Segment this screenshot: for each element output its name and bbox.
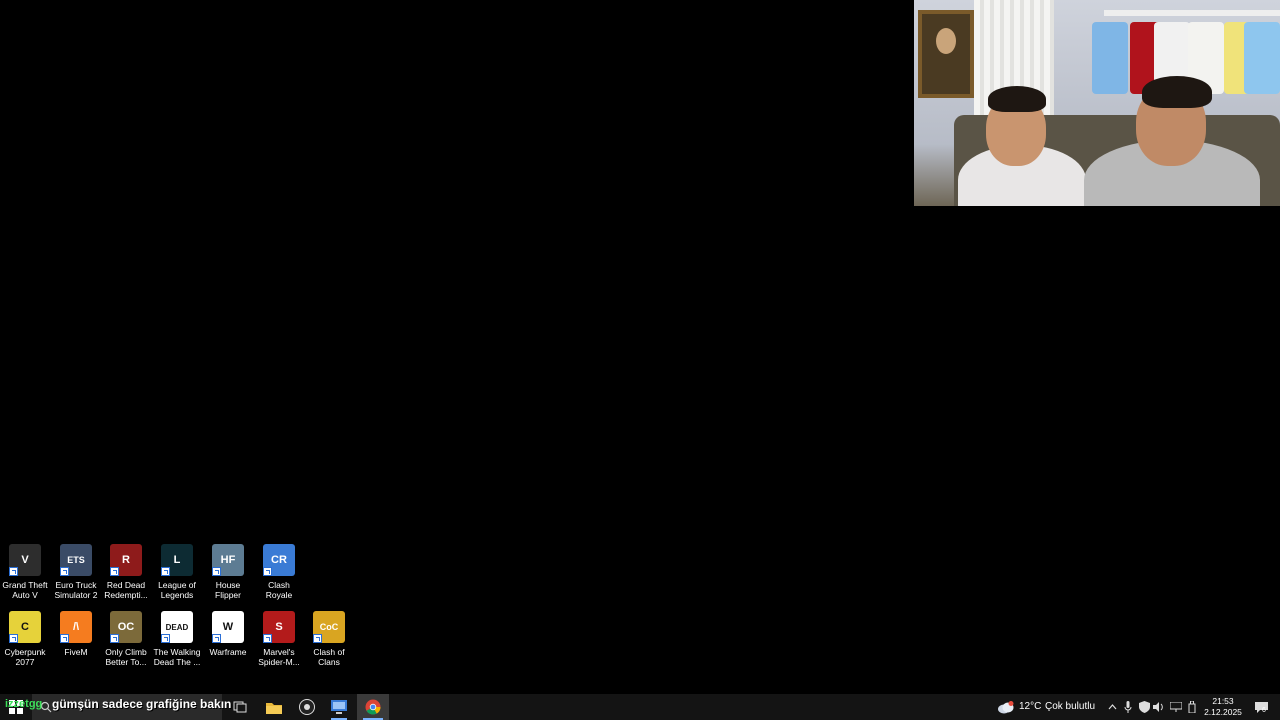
shortcut-arrow-icon <box>60 567 69 576</box>
chat-message: gümşün sadece grafiğine bakın <box>52 697 232 711</box>
house-flipper-icon: HF <box>212 544 244 576</box>
shortcut-arrow-icon <box>263 567 272 576</box>
desktop-shortcut-label: Marvel's Spider-M... <box>258 647 300 667</box>
desktop-shortcut-label: Euro Truck Simulator 2 <box>54 580 98 600</box>
desktop-shortcut-label: House Flipper <box>215 580 241 600</box>
desktop-shortcut[interactable]: HF House Flipper <box>203 544 253 600</box>
desktop-shortcut[interactable]: CR Clash Royale <box>254 544 304 600</box>
taskbar-remote-app[interactable] <box>325 694 353 720</box>
desktop-shortcut-label: Cyberpunk 2077 <box>4 647 46 667</box>
only-climb-icon: OC <box>110 611 142 643</box>
webcam-jersey <box>1244 22 1280 94</box>
desktop-shortcut-label: Only Climb Better To... <box>105 647 147 667</box>
weather-description[interactable]: Çok bulutlu <box>1045 701 1095 712</box>
security-tray-button[interactable] <box>1137 694 1151 720</box>
shortcut-arrow-icon <box>313 634 322 643</box>
clash-of-clans-icon: CoC <box>313 611 345 643</box>
webcam-person-left-hair <box>988 86 1046 112</box>
desktop-shortcut[interactable]: /\ FiveM <box>51 611 101 657</box>
network-icon <box>1170 702 1182 712</box>
webcam-person-right-hair <box>1142 76 1212 108</box>
desktop-shortcut[interactable]: OC Only Climb Better To... <box>101 611 151 667</box>
shortcut-arrow-icon <box>110 634 119 643</box>
notification-center-button[interactable] <box>1250 694 1272 720</box>
red-dead-icon: R <box>110 544 142 576</box>
cyberpunk-icon: C <box>9 611 41 643</box>
shortcut-arrow-icon <box>60 634 69 643</box>
show-hidden-icons-button[interactable] <box>1105 694 1119 720</box>
league-of-legends-icon: L <box>161 544 193 576</box>
chat-username: izzetgg <box>5 698 43 710</box>
desktop-shortcut[interactable]: CoC Clash of Clans <box>304 611 354 667</box>
webcam-wall-portrait <box>918 10 974 98</box>
notification-count: 6 <box>1262 707 1266 714</box>
usb-tray-button[interactable] <box>1185 694 1199 720</box>
warframe-icon: W <box>212 611 244 643</box>
speaker-icon <box>1153 702 1163 712</box>
shortcut-arrow-icon <box>212 567 221 576</box>
desktop-shortcut[interactable]: V Grand Theft Auto V <box>0 544 50 600</box>
taskbar-chrome[interactable] <box>357 694 389 720</box>
desktop-shortcut[interactable]: S Marvel's Spider-M... <box>254 611 304 667</box>
shortcut-arrow-icon <box>9 634 18 643</box>
spiderman-icon: S <box>263 611 295 643</box>
weather-temperature[interactable]: 12°C <box>1019 701 1041 712</box>
microphone-icon <box>1124 701 1132 713</box>
gta-v-icon: V <box>9 544 41 576</box>
shield-icon <box>1138 701 1150 713</box>
volume-tray-button[interactable] <box>1152 694 1166 720</box>
clash-royale-icon: CR <box>263 544 295 576</box>
taskbar-obs[interactable] <box>293 694 321 720</box>
desktop-shortcut-label: Grand Theft Auto V <box>2 580 48 600</box>
clock-time: 21:53 <box>1212 696 1234 706</box>
desktop-shortcut[interactable]: DEAD The Walking Dead The ... <box>152 611 202 667</box>
desktop-shortcut[interactable]: W Warframe <box>203 611 253 657</box>
desktop-shortcut[interactable]: L League of Legends <box>152 544 202 600</box>
desktop-shortcut-label: League of Legends <box>158 580 196 600</box>
chevron-up-icon <box>1108 704 1116 710</box>
task-view-button[interactable] <box>228 694 252 720</box>
usb-icon <box>1188 701 1196 713</box>
desktop-shortcut-label: Red Dead Redempti... <box>104 580 148 600</box>
cloud-icon <box>998 700 1014 713</box>
clock-date: 2.12.2025 <box>1204 707 1242 717</box>
shortcut-arrow-icon <box>161 634 170 643</box>
shortcut-arrow-icon <box>9 567 18 576</box>
desktop-shortcut[interactable]: ETS Euro Truck Simulator 2 <box>51 544 101 600</box>
desktop-shortcut-label: Clash of Clans <box>313 647 345 667</box>
shortcut-arrow-icon <box>161 567 170 576</box>
euro-truck-icon: ETS <box>60 544 92 576</box>
webcam-overlay <box>914 0 1280 206</box>
fivem-icon: /\ <box>60 611 92 643</box>
monitor-app-icon <box>331 700 347 714</box>
webcam-jersey <box>1092 22 1128 94</box>
webcam-jersey-rack <box>1104 10 1280 16</box>
desktop-shortcut-label: FiveM <box>64 647 88 657</box>
walking-dead-icon: DEAD <box>161 611 193 643</box>
taskbar-file-explorer[interactable] <box>260 694 288 720</box>
obs-icon <box>299 699 315 715</box>
desktop-shortcut[interactable]: C Cyberpunk 2077 <box>0 611 50 667</box>
desktop-shortcut-label: Clash Royale <box>265 580 293 600</box>
microphone-tray-button[interactable] <box>1121 694 1135 720</box>
taskbar: izzetgg gümşün sadece grafiğine bakın 12… <box>0 694 1280 720</box>
desktop-shortcut-label: Warframe <box>209 647 247 657</box>
desktop-shortcut-label: The Walking Dead The ... <box>153 647 201 667</box>
task-view-icon <box>233 701 247 713</box>
weather-widget-icon-wrap[interactable] <box>996 694 1016 720</box>
desktop-shortcut[interactable]: R Red Dead Redempti... <box>101 544 151 600</box>
shortcut-arrow-icon <box>263 634 272 643</box>
shortcut-arrow-icon <box>212 634 221 643</box>
chrome-icon <box>365 699 381 715</box>
shortcut-arrow-icon <box>110 567 119 576</box>
network-tray-button[interactable] <box>1169 694 1183 720</box>
folder-icon <box>266 702 282 714</box>
clock[interactable]: 21:53 2.12.2025 <box>1198 696 1248 718</box>
